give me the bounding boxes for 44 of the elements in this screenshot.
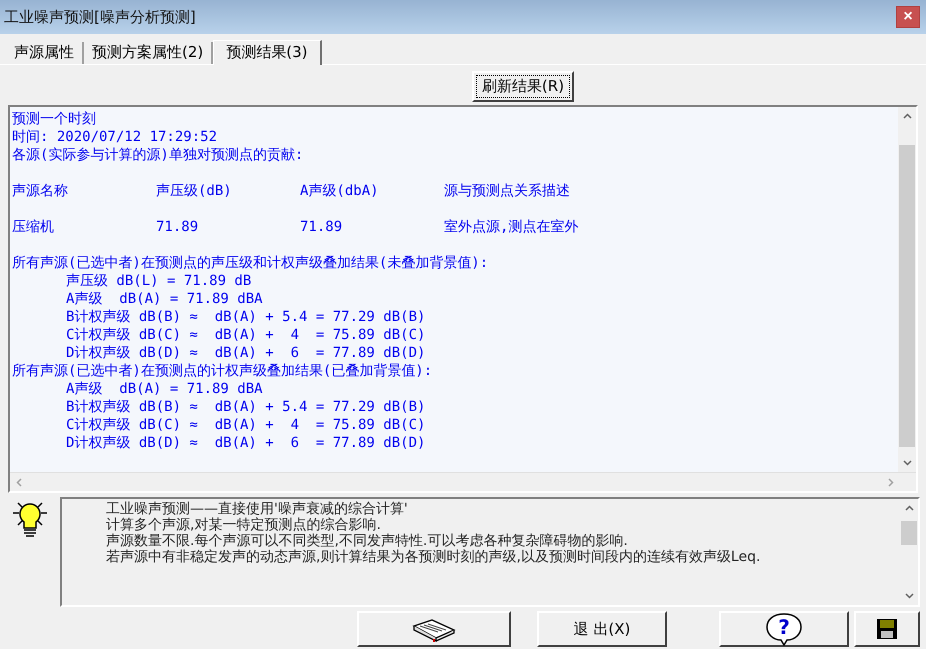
description-text: 工业噪声预测——直接使用'噪声衰减的综合计算' <box>105 501 409 517</box>
description-text: 计算多个声源,对某一特定预测点的综合影响. <box>105 517 382 533</box>
scroll-up-icon[interactable] <box>902 113 912 119</box>
refresh-results-button[interactable]: 刷新结果(R) <box>472 71 574 102</box>
result-line: B计权声级 dB(B) ≈ dB(A) + 5.4 = 77.29 dB(B) <box>66 399 426 415</box>
manual-button[interactable] <box>357 611 511 647</box>
description-text: 声源数量不限.每个声源可以不同类型,不同发声特性.可以考虑各种复杂障碍物的影响. <box>105 533 629 549</box>
tab[interactable]: 声源属性 <box>6 42 84 64</box>
scroll-thumb[interactable] <box>901 520 917 545</box>
save-button[interactable] <box>854 611 920 647</box>
save-icon <box>876 618 898 640</box>
result-line: 声压级 dB(L) = 71.89 dB <box>66 273 252 289</box>
description-text: 若声源中有非稳定发声的动态声源,则计算结果为各预测时刻的声级,以及预测时间段内的连续有效声级Leq. <box>105 549 762 565</box>
light-bulb-icon <box>10 501 50 539</box>
table-cell-text: 室外点源,测点在室外 <box>444 218 580 236</box>
result-line: 时间: 2020/07/12 17:29:52 <box>12 129 218 145</box>
scroll-up-icon[interactable] <box>904 505 914 511</box>
window-title: 工业噪声预测[噪声分析预测] <box>4 8 196 26</box>
result-line: A声级 dB(A) = 71.89 dBA <box>66 381 263 397</box>
scroll-down-icon[interactable] <box>904 593 914 599</box>
result-line: 预测一个时刻 <box>12 111 96 127</box>
column-header: 源与预测点关系描述 <box>444 182 571 200</box>
close-button[interactable]: × <box>896 6 920 28</box>
result-line: D计权声级 dB(D) ≈ dB(A) + 6 = 77.89 dB(D) <box>66 345 426 361</box>
result-line: 所有声源(已选中者)在预测点的声压级和计权声级叠加结果(未叠加背景值): <box>12 255 488 271</box>
help-button[interactable]: ? <box>719 611 849 647</box>
exit-button[interactable]: 退 出(X) <box>537 611 667 647</box>
speech-bubble-icon <box>764 612 804 646</box>
result-line: C计权声级 dB(C) ≈ dB(A) + 4 = 75.89 dB(C) <box>66 417 426 433</box>
column-header: A声级(dbA) <box>300 182 380 200</box>
result-line: 所有声源(已选中者)在预测点的计权声级叠加结果(已叠加背景值): <box>12 363 432 379</box>
result-line: A声级 dB(A) = 71.89 dBA <box>66 291 263 307</box>
result-line: C计权声级 dB(C) ≈ dB(A) + 4 = 75.89 dB(C) <box>66 327 426 343</box>
scroll-thumb[interactable] <box>899 144 915 448</box>
table-cell-text: 71.89 <box>300 218 344 236</box>
column-header: 声源名称 <box>12 182 69 200</box>
result-line: B计权声级 dB(B) ≈ dB(A) + 5.4 = 77.29 dB(B) <box>66 309 426 325</box>
result-line: 各源(实际参与计算的源)单独对预测点的贡献: <box>12 147 304 163</box>
result-line: D计权声级 dB(D) ≈ dB(A) + 6 = 77.89 dB(D) <box>66 435 426 451</box>
tab[interactable]: 预测结果(3) <box>213 40 322 65</box>
table-cell-text: 压缩机 <box>12 218 55 236</box>
column-header: 声压级(dB) <box>156 182 233 200</box>
scroll-down-icon[interactable] <box>902 460 912 466</box>
table-cell-text: 71.89 <box>156 218 200 236</box>
